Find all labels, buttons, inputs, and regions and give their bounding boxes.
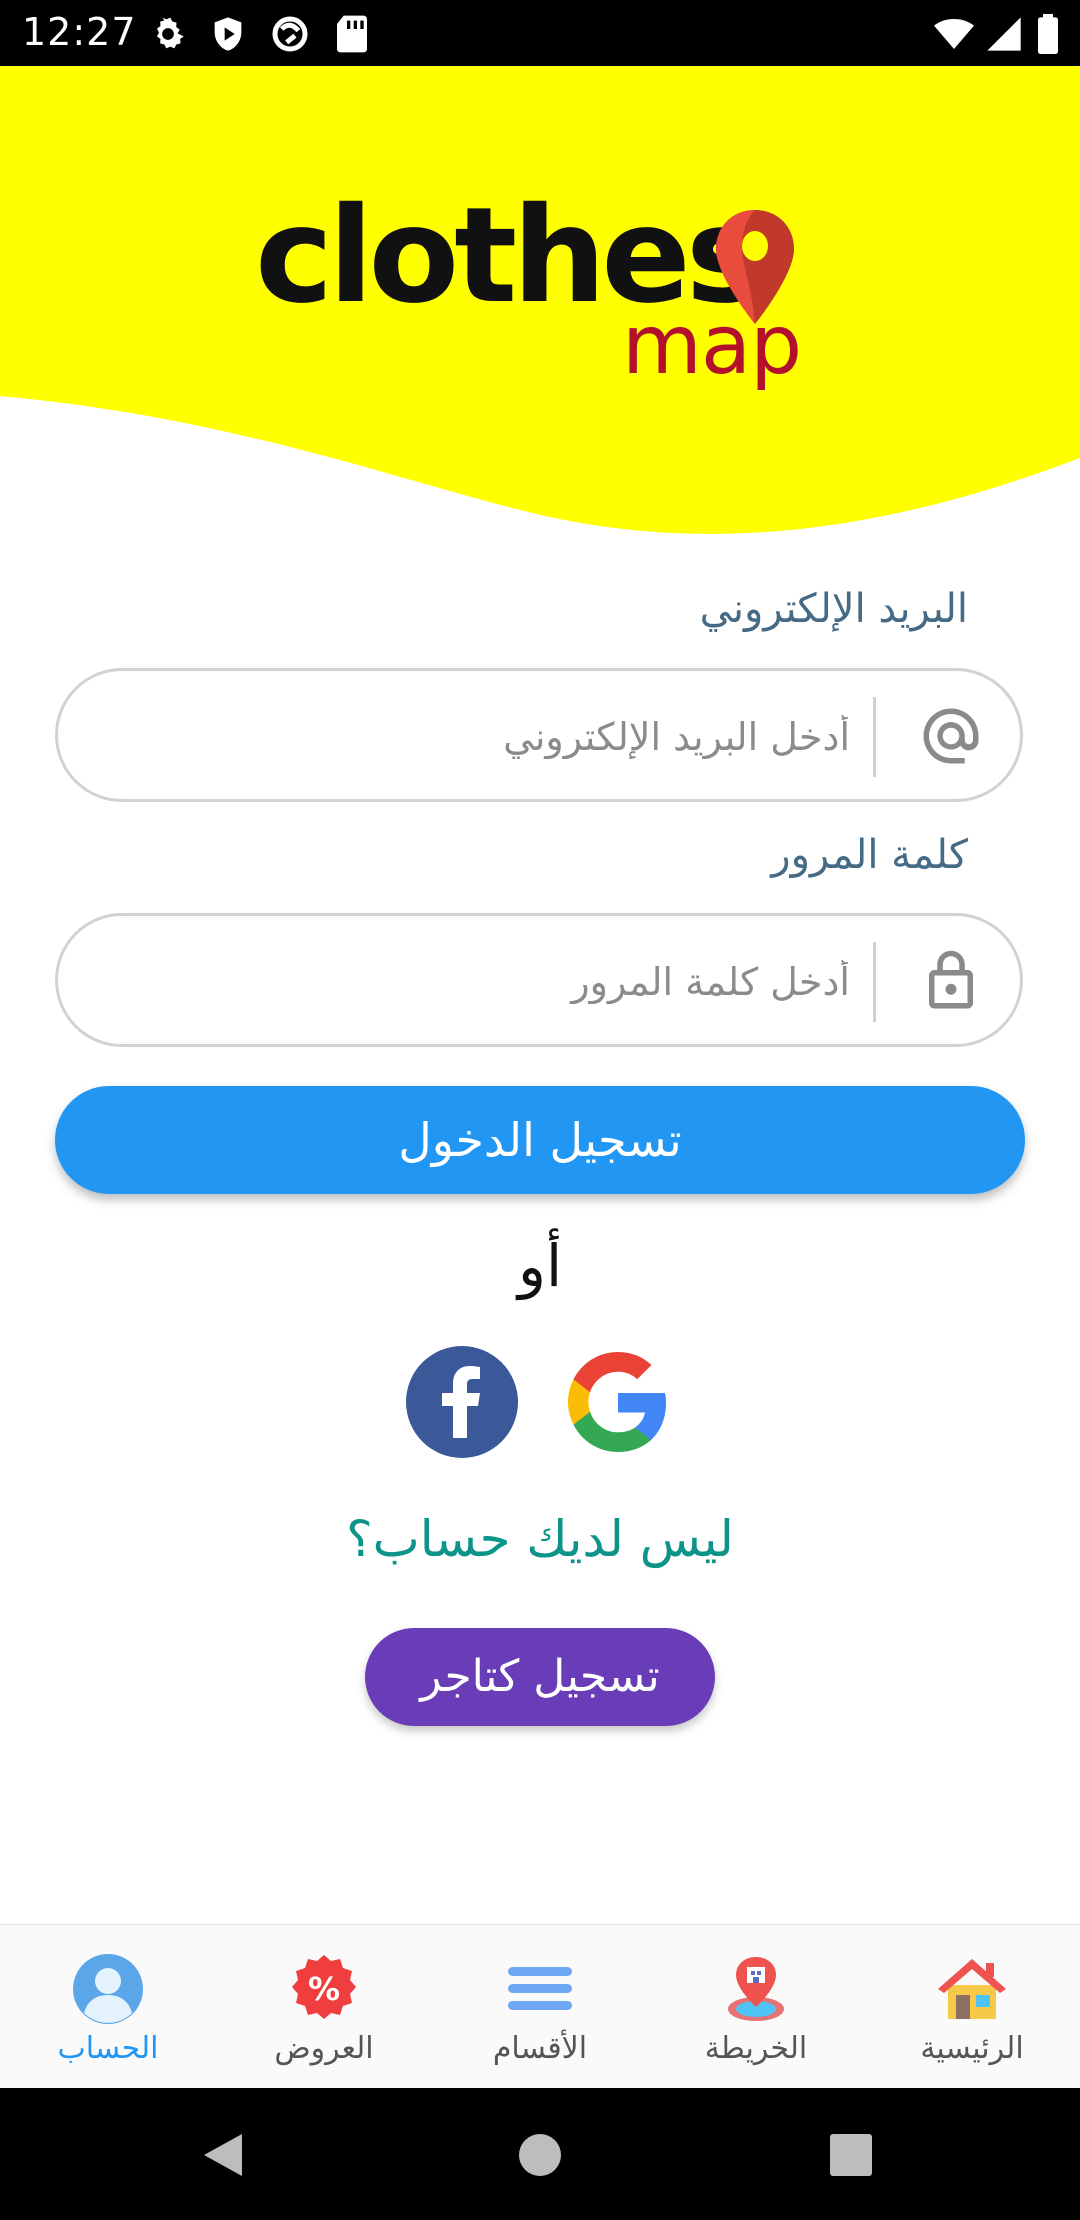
svg-text:%: % [308, 1970, 340, 2008]
email-field[interactable] [55, 668, 1023, 802]
sd-card-icon [337, 15, 367, 53]
login-button[interactable]: تسجيل الدخول [55, 1086, 1025, 1194]
register-merchant-button[interactable]: تسجيل كتاجر [365, 1628, 715, 1726]
offers-icon: % [292, 1955, 356, 2019]
lock-icon [929, 950, 973, 1009]
password-label: كلمة المرور [771, 832, 968, 878]
nav-item-map[interactable]: الخريطة [648, 1925, 864, 2089]
nav-label-home: الرئيسية [920, 2031, 1024, 2066]
nav-item-offers[interactable]: % العروض [216, 1925, 432, 2089]
home-circle-icon[interactable] [518, 2133, 562, 2177]
password-input[interactable] [108, 936, 852, 1028]
facebook-icon[interactable] [406, 1346, 518, 1458]
battery-icon [1038, 14, 1058, 54]
signal-icon [987, 17, 1021, 51]
password-field[interactable] [55, 913, 1023, 1047]
map-pin-icon [716, 210, 794, 324]
google-icon[interactable] [562, 1346, 674, 1458]
email-label: البريد الإلكتروني [699, 586, 968, 632]
no-account-link[interactable]: ليس لديك حساب؟ [0, 1510, 1080, 1568]
status-time: 12:27 [22, 10, 137, 54]
field-divider [873, 697, 876, 777]
nav-item-categories[interactable]: الأقسام [432, 1925, 648, 2089]
wifi-icon [934, 19, 974, 49]
nav-label-account: الحساب [57, 2031, 159, 2066]
or-text: أو [517, 1232, 563, 1300]
nav-item-account[interactable]: الحساب [0, 1925, 216, 2089]
nav-label-offers: العروض [274, 2031, 374, 2066]
status-bar: 12:27 [0, 0, 1080, 66]
nav-item-home[interactable]: الرئيسية [864, 1925, 1080, 2089]
home-icon [938, 1959, 1006, 2019]
map-icon [728, 1957, 784, 2021]
menu-icon [508, 1967, 572, 2010]
email-input[interactable] [108, 691, 852, 783]
at-icon [923, 708, 979, 764]
field-divider [873, 942, 876, 1022]
bottom-navigation: الحساب % العروض الأقسام الخريطة الرئيسية [0, 1924, 1080, 2089]
sync-icon [272, 16, 308, 52]
nav-label-map: الخريطة [704, 2031, 808, 2066]
nav-label-categories: الأقسام [492, 2031, 588, 2066]
account-icon [73, 1954, 143, 2024]
shield-icon [214, 17, 242, 51]
back-icon[interactable] [200, 2132, 246, 2178]
recents-icon[interactable] [830, 2134, 872, 2176]
system-navigation-bar [0, 2088, 1080, 2220]
gear-icon [157, 17, 184, 49]
